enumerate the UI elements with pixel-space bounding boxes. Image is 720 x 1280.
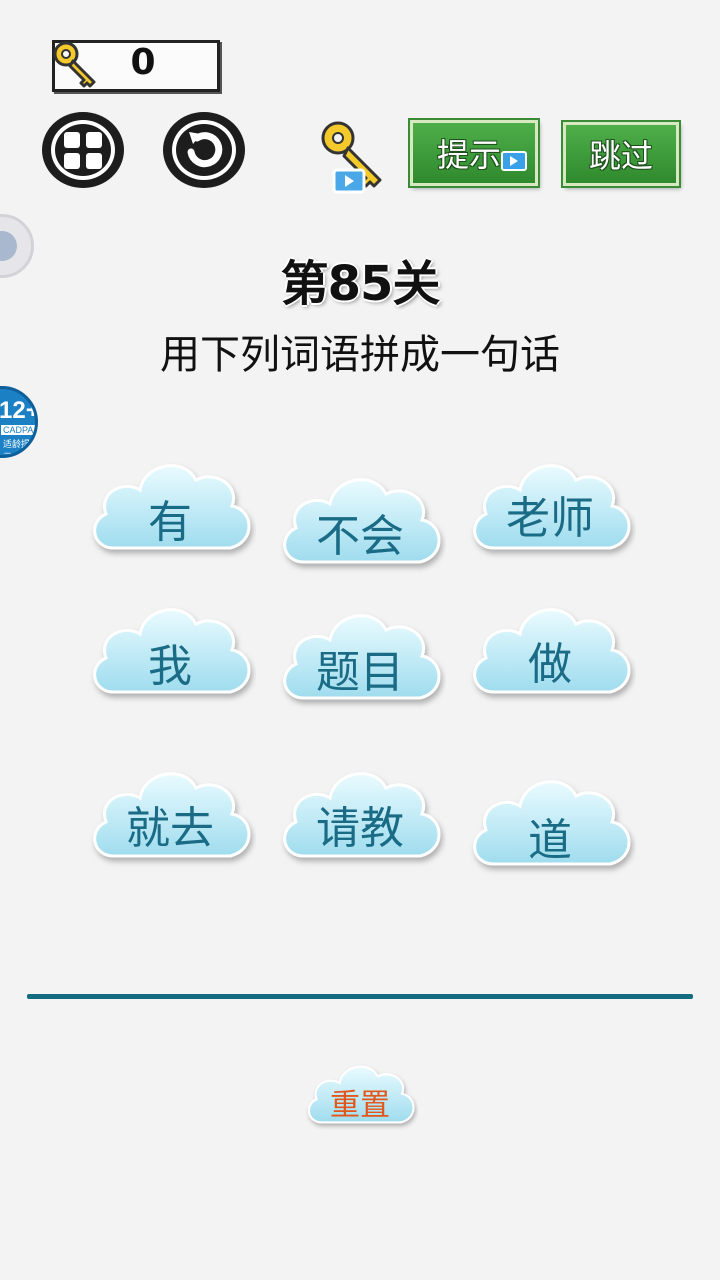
word-cloud-2[interactable]: 不会 xyxy=(274,464,446,588)
word-cloud-4[interactable]: 我 xyxy=(84,594,256,718)
key-counter: 0 xyxy=(48,36,220,92)
level-title: 第85关 xyxy=(280,256,441,312)
word-label: 道 xyxy=(528,815,572,866)
word-cloud-7[interactable]: 就去 xyxy=(84,758,256,882)
word-label: 不会 xyxy=(316,511,404,562)
word-label: 我 xyxy=(148,641,192,692)
key-video-icon xyxy=(321,121,382,194)
word-label: 老师 xyxy=(506,493,594,544)
word-cloud-3[interactable]: 老师 xyxy=(464,450,636,574)
key-count: 0 xyxy=(130,42,156,83)
word-label: 有 xyxy=(148,497,192,548)
word-cloud-9[interactable]: 道 xyxy=(464,766,636,890)
answer-line xyxy=(27,994,693,999)
age-rating: 12+ xyxy=(0,397,38,424)
instruction-text: 用下列词语拼成一句话 xyxy=(160,332,560,378)
word-label: 题目 xyxy=(316,647,404,698)
key-icon xyxy=(53,41,96,88)
skip-button[interactable]: 跳过 xyxy=(563,122,679,186)
video-key-button[interactable] xyxy=(318,118,388,196)
menu-button[interactable] xyxy=(40,110,126,190)
reset-button[interactable]: 重置 xyxy=(298,1056,422,1140)
grid-icon xyxy=(42,112,124,188)
word-label: 做 xyxy=(528,639,572,690)
video-icon xyxy=(501,151,527,171)
word-label: 请教 xyxy=(316,803,404,854)
restart-button[interactable] xyxy=(161,110,247,190)
restart-icon xyxy=(163,112,245,188)
word-label: 就去 xyxy=(126,803,214,854)
reset-label: 重置 xyxy=(330,1088,390,1123)
word-cloud-5[interactable]: 题目 xyxy=(274,600,446,724)
skip-label: 跳过 xyxy=(588,137,653,175)
hint-label: 提示 xyxy=(436,136,501,174)
age-note: 适龄提示 xyxy=(3,440,31,458)
age-org: CADPA xyxy=(1,425,35,435)
word-cloud-1[interactable]: 有 xyxy=(84,450,256,574)
age-rating-badge[interactable]: 12+ CADPA 适龄提示 xyxy=(0,386,38,458)
word-cloud-6[interactable]: 做 xyxy=(464,594,636,718)
hint-button[interactable]: 提示 xyxy=(410,120,538,186)
word-cloud-8[interactable]: 请教 xyxy=(274,758,446,882)
